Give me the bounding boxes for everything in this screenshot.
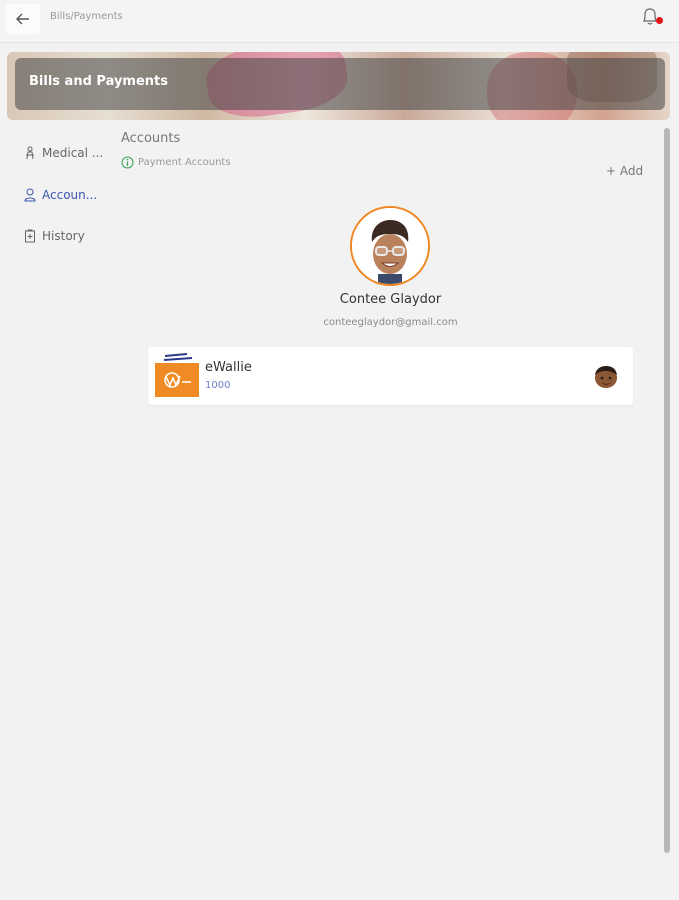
profile-email: conteeglaydor@gmail.com <box>323 317 458 328</box>
info-icon <box>121 156 134 169</box>
payment-accounts-label: Payment Accounts <box>121 156 231 169</box>
ewallie-logo-icon <box>164 372 191 388</box>
account-card[interactable]: eWallie 1000 <box>148 347 633 405</box>
top-bar: Bills/Payments <box>0 0 679 43</box>
medical-icon <box>26 146 34 160</box>
sidebar-item-accounts[interactable]: Accoun... <box>24 188 97 202</box>
ewallie-logo <box>155 363 199 397</box>
avatar <box>350 206 430 286</box>
user-icon <box>24 188 36 202</box>
sidebar-item-label: History <box>42 229 85 243</box>
banner-title: Bills and Payments <box>29 74 168 89</box>
wallet-stripes-icon <box>163 353 193 361</box>
breadcrumb: Bills/Payments <box>50 11 123 22</box>
sub-label-text: Payment Accounts <box>138 157 231 168</box>
arrow-left-icon <box>16 13 29 25</box>
sidebar-item-label: Medical ... <box>42 146 104 160</box>
account-name: eWallie <box>205 360 252 375</box>
history-icon <box>25 229 35 243</box>
sidebar-item-medical[interactable]: Medical ... <box>24 146 103 160</box>
add-account-button[interactable]: + Add <box>606 164 643 178</box>
back-button[interactable] <box>6 4 40 34</box>
notifications-button[interactable] <box>639 6 663 30</box>
sidebar-item-history[interactable]: History <box>24 229 85 243</box>
scrollbar-thumb[interactable] <box>664 128 670 853</box>
profile-name: Contee Glaydor <box>339 292 442 307</box>
memoji-avatar-icon <box>352 208 428 284</box>
account-number: 1000 <box>205 380 231 391</box>
sidebar-item-label: Accoun... <box>42 188 98 202</box>
notification-dot <box>656 17 663 24</box>
section-title: Accounts <box>121 131 181 146</box>
account-owner-avatar-icon <box>595 366 617 388</box>
banner: Bills and Payments <box>7 52 670 120</box>
